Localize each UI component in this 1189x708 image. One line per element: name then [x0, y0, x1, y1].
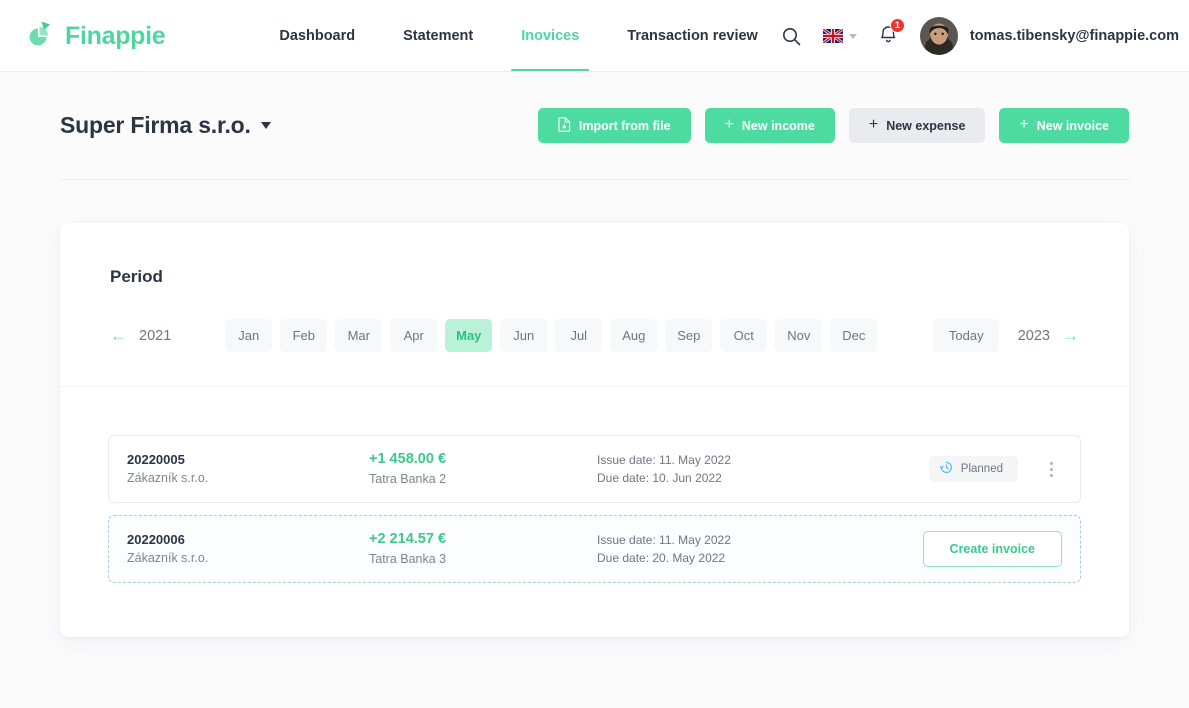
- invoice-customer: Zákazník s.r.o.: [127, 551, 209, 566]
- top-navigation-bar: Finappie Dashboard Statement Inovices Tr…: [0, 0, 1189, 72]
- search-icon[interactable]: [782, 27, 801, 46]
- invoice-dates-cell: Issue date: 11. May 2022 Due date: 20. M…: [597, 531, 866, 567]
- plus-icon: +: [868, 116, 879, 133]
- caret-down-icon[interactable]: [260, 122, 271, 129]
- period-heading: Period: [110, 267, 163, 286]
- file-import-icon: [558, 116, 571, 135]
- invoice-list: 20220005 Zákazník s.r.o. +1 458.00 € Tat…: [60, 387, 1129, 637]
- table-row[interactable]: 20220006 Zákazník s.r.o. +2 214.57 € Tat…: [108, 515, 1081, 583]
- period-selector: ← 2021 Jan Feb Mar Apr May Jun Jul Aug S…: [110, 319, 1079, 352]
- month-button-feb[interactable]: Feb: [280, 319, 328, 352]
- user-email: tomas.tibensky@finappie.com: [969, 28, 1179, 44]
- avatar: [919, 17, 958, 55]
- invoice-identity-cell: 20220005 Zákazník s.r.o.: [127, 451, 369, 488]
- invoice-dates-cell: Issue date: 11. May 2022 Due date: 10. J…: [597, 451, 866, 487]
- invoice-identity-cell: 20220006 Zákazník s.r.o.: [127, 531, 369, 568]
- nav-item-dashboard[interactable]: Dashboard: [255, 0, 379, 72]
- invoice-issue-date: Issue date: 11. May 2022: [597, 452, 731, 467]
- invoice-issue-date: Issue date: 11. May 2022: [597, 532, 731, 547]
- invoice-amount-cell: +1 458.00 € Tatra Banka 2: [369, 449, 597, 488]
- chevron-down-icon: [848, 33, 857, 39]
- invoice-amount: +1 458.00 €: [369, 451, 447, 468]
- invoices-card: Period ← 2021 Jan Feb Mar Apr May Jun Ju…: [60, 223, 1129, 637]
- plus-icon: +: [1019, 116, 1029, 133]
- pie-chart-logo-icon: [22, 19, 56, 53]
- history-clock-icon: [939, 461, 953, 477]
- month-buttons: Jan Feb Mar Apr May Jun Jul Aug Sep Oct …: [225, 319, 878, 352]
- month-button-jul[interactable]: Jul: [555, 319, 603, 352]
- new-income-button[interactable]: + New income: [704, 108, 835, 143]
- language-selector[interactable]: [822, 29, 857, 43]
- new-expense-button[interactable]: + New expense: [848, 108, 986, 143]
- page-content: Super Firma s.r.o. Import from file + Ne…: [0, 72, 1189, 637]
- previous-year-button[interactable]: ← 2021: [110, 327, 171, 344]
- page-title-row: Super Firma s.r.o. Import from file + Ne…: [60, 72, 1129, 180]
- create-invoice-button[interactable]: Create invoice: [922, 531, 1062, 567]
- arrow-left-icon: ←: [110, 326, 127, 345]
- invoice-number: 20220006: [127, 531, 185, 547]
- month-button-aug[interactable]: Aug: [610, 319, 658, 352]
- invoice-number: 20220005: [127, 451, 185, 467]
- nav-item-transaction-review[interactable]: Transaction review: [603, 0, 782, 72]
- top-bar-actions: 1 tomas.tibensky@finappie.com: [782, 17, 1189, 55]
- status-badge[interactable]: Planned: [928, 456, 1018, 482]
- invoice-amount-cell: +2 214.57 € Tatra Banka 3: [369, 529, 597, 568]
- new-expense-label: New expense: [886, 118, 966, 133]
- bell-icon: [879, 25, 898, 48]
- notifications-button[interactable]: 1: [879, 17, 905, 49]
- page-action-buttons: Import from file + New income + New expe…: [537, 108, 1129, 143]
- invoice-action-cell: Create invoice: [866, 531, 1062, 567]
- new-invoice-button[interactable]: + New invoice: [999, 108, 1129, 143]
- nav-item-statement[interactable]: Statement: [379, 0, 497, 72]
- month-button-sep[interactable]: Sep: [665, 319, 713, 352]
- kebab-menu-icon[interactable]: [1040, 461, 1062, 477]
- plus-icon: +: [724, 116, 734, 133]
- status-label: Planned: [960, 463, 1003, 475]
- month-button-oct[interactable]: Oct: [720, 319, 768, 352]
- month-button-jan[interactable]: Jan: [225, 319, 273, 352]
- month-button-apr[interactable]: Apr: [390, 319, 438, 352]
- uk-flag-icon: [822, 29, 843, 43]
- invoice-bank: Tatra Banka 2: [369, 472, 447, 487]
- arrow-right-icon: →: [1062, 326, 1079, 345]
- invoice-amount: +2 214.57 €: [369, 531, 447, 548]
- invoice-customer: Zákazník s.r.o.: [127, 471, 209, 486]
- main-nav: Dashboard Statement Inovices Transaction…: [255, 0, 781, 72]
- month-button-nov[interactable]: Nov: [775, 319, 823, 352]
- month-button-may[interactable]: May: [445, 319, 493, 352]
- today-button[interactable]: Today: [933, 319, 1000, 352]
- month-button-mar[interactable]: Mar: [335, 319, 383, 352]
- user-menu[interactable]: tomas.tibensky@finappie.com: [919, 17, 1179, 55]
- new-income-label: New income: [741, 118, 815, 133]
- invoice-action-cell: Planned: [866, 456, 1062, 482]
- month-button-jun[interactable]: Jun: [500, 319, 548, 352]
- page-title: Super Firma s.r.o.: [60, 112, 251, 138]
- next-year-label: 2023: [1017, 327, 1050, 344]
- import-from-file-button[interactable]: Import from file: [537, 108, 691, 143]
- invoice-due-date: Due date: 10. Jun 2022: [597, 471, 722, 485]
- invoice-due-date: Due date: 20. May 2022: [597, 551, 726, 565]
- period-section: Period ← 2021 Jan Feb Mar Apr May Jun Ju…: [60, 223, 1129, 386]
- next-year-button[interactable]: 2023 →: [1018, 327, 1079, 344]
- previous-year-label: 2021: [139, 327, 172, 344]
- nav-item-inovices[interactable]: Inovices: [497, 0, 603, 72]
- month-button-dec[interactable]: Dec: [830, 319, 878, 352]
- new-invoice-label: New invoice: [1036, 118, 1109, 133]
- table-row[interactable]: 20220005 Zákazník s.r.o. +1 458.00 € Tat…: [108, 435, 1081, 503]
- brand-logo-link[interactable]: Finappie: [22, 19, 166, 53]
- import-from-file-label: Import from file: [578, 118, 671, 133]
- brand-name: Finappie: [65, 21, 166, 50]
- notification-count-badge: 1: [889, 17, 905, 33]
- invoice-bank: Tatra Banka 3: [369, 552, 447, 567]
